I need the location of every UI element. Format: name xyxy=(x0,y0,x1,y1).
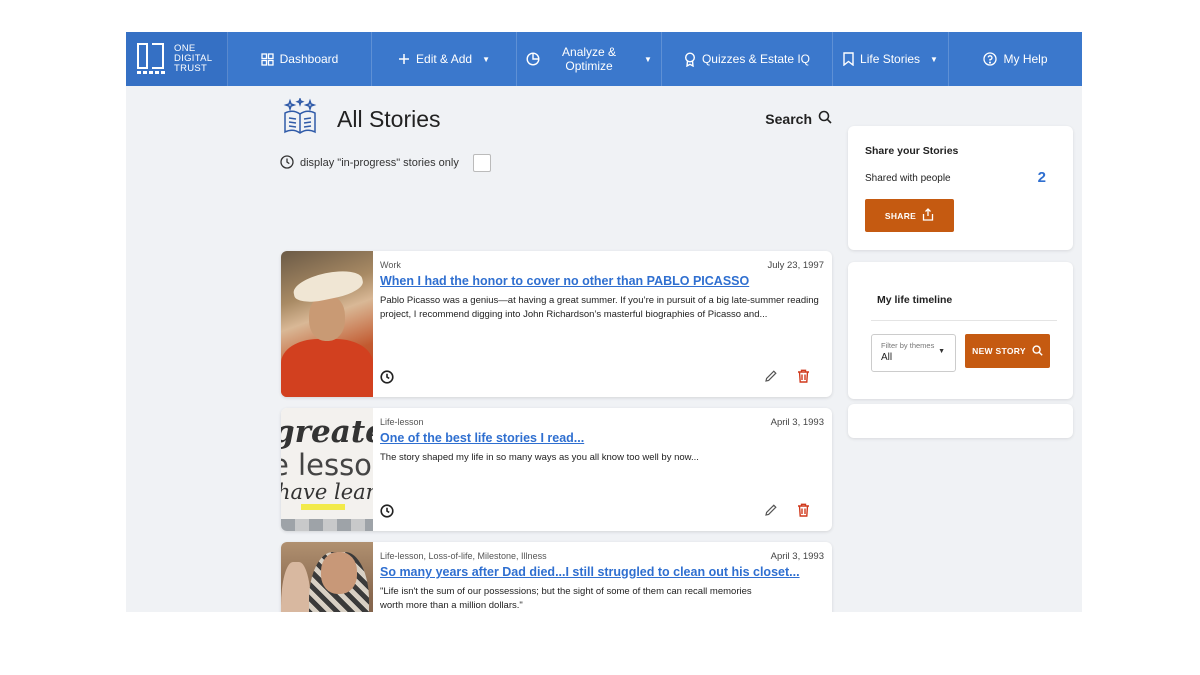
story-excerpt: "Life isn't the sum of our possessions; … xyxy=(380,586,752,611)
nav-life-stories[interactable]: Life Stories ▼ xyxy=(833,32,949,86)
story-thumbnail[interactable] xyxy=(281,251,373,397)
brand-logo[interactable]: ONE DIGITAL TRUST xyxy=(126,32,228,86)
plus-icon xyxy=(398,53,410,65)
open-book-sparkles-icon xyxy=(280,96,320,138)
search-icon xyxy=(1032,344,1043,358)
share-button-label: SHARE xyxy=(884,210,917,221)
chevron-down-icon: ▼ xyxy=(930,54,938,64)
thumbnail-text: have learn xyxy=(281,480,373,504)
search-label: Search xyxy=(765,110,812,127)
search-icon xyxy=(818,110,832,127)
help-circle-icon xyxy=(983,52,998,66)
thumbnail-text: greates xyxy=(281,414,373,450)
nav-my-help-label: My Help xyxy=(1003,52,1048,66)
grid-icon xyxy=(260,52,274,66)
nav-dashboard[interactable]: Dashboard xyxy=(228,32,372,86)
nav-my-help[interactable]: My Help xyxy=(949,32,1082,86)
in-progress-filter: display "in-progress" stories only xyxy=(280,154,491,172)
award-icon xyxy=(684,51,696,67)
story-date: July 23, 1997 xyxy=(767,260,824,271)
story-card: Work July 23, 1997 When I had the honor … xyxy=(281,251,832,397)
in-progress-checkbox[interactable] xyxy=(472,154,491,172)
nav-quizzes-label: Quizzes & Estate IQ xyxy=(701,52,811,66)
clock-icon xyxy=(280,154,294,172)
empty-panel xyxy=(848,404,1073,438)
pencil-icon[interactable] xyxy=(764,369,778,388)
chevron-down-icon: ▼ xyxy=(644,54,652,64)
story-tags: Work xyxy=(380,260,401,270)
shared-with-label: Shared with people xyxy=(865,173,951,184)
filter-themes-label: Filter by themes xyxy=(881,341,935,350)
story-tags: Life-lesson xyxy=(380,417,424,427)
shared-count[interactable]: 2 xyxy=(1038,169,1046,186)
share-stories-panel: Share your Stories Shared with people 2 … xyxy=(848,126,1073,250)
in-progress-filter-label: display "in-progress" stories only xyxy=(300,157,459,169)
new-story-button[interactable]: NEW STORY xyxy=(965,334,1050,368)
filter-themes-select[interactable]: Filter by themes All ▼ xyxy=(871,334,956,372)
nav-analyze-label: Analyze & Optimize xyxy=(562,45,617,73)
nav-analyze-optimize[interactable]: Analyze & Optimize ▼ xyxy=(517,32,662,86)
story-date: April 3, 1993 xyxy=(770,551,824,562)
story-thumbnail[interactable] xyxy=(281,542,373,612)
brand-text: ONE DIGITAL TRUST xyxy=(174,43,213,74)
filter-themes-value: All xyxy=(881,352,893,363)
timeline-heading: My life timeline xyxy=(877,294,953,306)
story-excerpt: Pablo Picasso was a genius—at having a g… xyxy=(380,295,819,320)
nav-edit-add-label: Edit & Add xyxy=(416,52,473,66)
main-content: All Stories Search display "in-progress"… xyxy=(126,86,1082,612)
story-excerpt: The story shaped my life in so many ways… xyxy=(380,452,699,463)
clock-icon xyxy=(380,370,394,389)
nav-quizzes[interactable]: Quizzes & Estate IQ xyxy=(662,32,833,86)
search-button[interactable]: Search xyxy=(765,110,832,127)
pie-chart-icon xyxy=(526,52,540,66)
story-title-link[interactable]: One of the best life stories I read... xyxy=(380,431,584,445)
story-card: Life-lesson, Loss-of-life, Milestone, Il… xyxy=(281,542,832,612)
page-header: All Stories Search xyxy=(280,96,832,142)
new-story-label: NEW STORY xyxy=(972,346,1026,356)
pencil-icon[interactable] xyxy=(764,503,778,522)
page-title: All Stories xyxy=(337,106,441,132)
thumbnail-text: e lesso xyxy=(281,448,372,482)
chevron-down-icon: ▼ xyxy=(482,54,490,64)
nav-life-stories-label: Life Stories xyxy=(860,52,921,66)
story-title-link[interactable]: When I had the honor to cover no other t… xyxy=(380,274,749,288)
bookmark-icon xyxy=(843,52,854,66)
story-title-link[interactable]: So many years after Dad died...I still s… xyxy=(380,565,800,579)
story-date: April 3, 1993 xyxy=(770,417,824,428)
share-button[interactable]: SHARE xyxy=(865,199,954,232)
clock-icon xyxy=(380,504,394,523)
trash-icon[interactable] xyxy=(797,503,810,522)
share-upload-icon xyxy=(922,208,934,223)
nav-edit-add[interactable]: Edit & Add ▼ xyxy=(372,32,517,86)
story-thumbnail[interactable]: greates e lesso have learn xyxy=(281,408,373,531)
life-timeline-panel: My life timeline Filter by themes All ▼ … xyxy=(848,262,1073,399)
one-digital-trust-logo-icon xyxy=(137,43,166,75)
app-window: ONE DIGITAL TRUST Dashboard Edit & Add ▼ xyxy=(126,32,1082,612)
story-card: greates e lesso have learn Life-lesson A… xyxy=(281,408,832,531)
nav-dashboard-label: Dashboard xyxy=(279,52,339,66)
caret-down-icon: ▼ xyxy=(938,348,945,355)
top-nav: ONE DIGITAL TRUST Dashboard Edit & Add ▼ xyxy=(126,32,1082,86)
share-panel-heading: Share your Stories xyxy=(865,145,959,157)
trash-icon[interactable] xyxy=(797,369,810,388)
divider xyxy=(871,320,1057,321)
story-tags: Life-lesson, Loss-of-life, Milestone, Il… xyxy=(380,551,547,561)
